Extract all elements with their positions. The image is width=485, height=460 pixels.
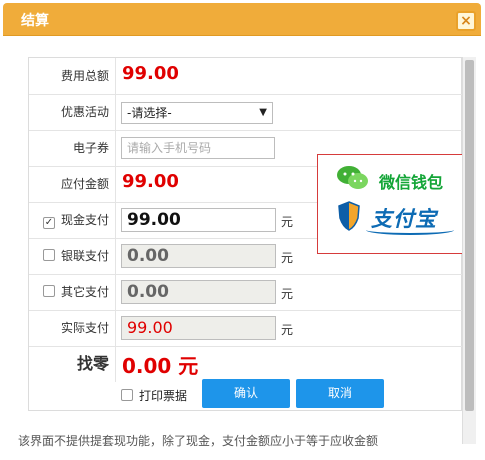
coupon-label: 电子券 bbox=[29, 130, 116, 166]
other-payment-unit: 元 bbox=[281, 287, 294, 301]
cash-unit: 元 bbox=[281, 215, 294, 229]
cash-label: 现金支付 bbox=[60, 213, 109, 227]
actual-payment-label: 实际支付 bbox=[29, 310, 116, 346]
wechat-wallet-text: 微信钱包 bbox=[379, 173, 444, 192]
other-payment-label: 其它支付 bbox=[60, 285, 109, 299]
change-value: 0.00 元 bbox=[122, 354, 199, 378]
other-payment-amount-input[interactable]: 0.00 bbox=[121, 280, 276, 304]
close-icon[interactable]: × bbox=[456, 11, 476, 31]
other-payment-checkbox[interactable] bbox=[42, 285, 55, 297]
unionpay-amount-input[interactable]: 0.00 bbox=[121, 244, 276, 268]
actual-payment-unit: 元 bbox=[281, 323, 294, 337]
promotion-row: 优惠活动 -请选择- ▼ bbox=[29, 94, 462, 131]
alipay-logo: 支付宝 bbox=[338, 201, 458, 237]
unionpay-unit: 元 bbox=[281, 251, 294, 265]
other-payment-label-cell: 其它支付 bbox=[29, 274, 116, 310]
unionpay-checkbox[interactable] bbox=[42, 249, 55, 261]
scrollbar-thumb[interactable] bbox=[465, 60, 474, 411]
actual-payment-row: 实际支付 99.00 元 bbox=[29, 310, 462, 347]
shield-icon bbox=[338, 201, 360, 231]
fee-total-row: 费用总额 99.00 bbox=[29, 58, 462, 95]
cancel-button[interactable]: 取消 bbox=[296, 379, 384, 408]
promotion-select[interactable]: -请选择- ▼ bbox=[121, 102, 273, 124]
unionpay-label-cell: 银联支付 bbox=[29, 238, 116, 274]
actual-payment-amount: 99.00 bbox=[121, 316, 276, 340]
confirm-button[interactable]: 确认 bbox=[202, 379, 290, 408]
print-receipt-label: 打印票据 bbox=[139, 389, 188, 403]
footer-row: 打印票据 确认 取消 bbox=[29, 376, 462, 412]
dropdown-arrow-icon: ▼ bbox=[259, 107, 267, 118]
wechat-icon bbox=[337, 166, 368, 189]
payable-label: 应付金额 bbox=[29, 166, 116, 202]
promotion-label: 优惠活动 bbox=[29, 94, 116, 130]
info-note: 该界面不提供提套现功能，除了现金，支付金额应小于等于应收金额 bbox=[18, 434, 379, 448]
print-receipt-option[interactable]: 打印票据 bbox=[121, 387, 187, 404]
cash-amount-input[interactable]: 99.00 bbox=[121, 208, 276, 232]
dialog-titlebar: 结算 × bbox=[3, 3, 481, 36]
cash-checkbox[interactable]: ✓ bbox=[42, 217, 55, 229]
coupon-phone-input[interactable]: 请输入手机号码 bbox=[121, 137, 275, 159]
fee-total-value: 99.00 bbox=[122, 63, 179, 84]
fee-total-label: 费用总额 bbox=[29, 58, 116, 94]
unionpay-label: 银联支付 bbox=[60, 249, 109, 263]
dialog-title: 结算 bbox=[21, 13, 49, 29]
cash-label-cell: ✓ 现金支付 bbox=[29, 202, 116, 238]
other-payment-row: 其它支付 0.00 元 bbox=[29, 274, 462, 311]
payment-methods-panel: 微信钱包 支付宝 bbox=[317, 154, 464, 254]
print-receipt-checkbox[interactable] bbox=[121, 389, 133, 401]
checkout-dialog: 结算 × 费用总额 99.00 优惠活动 -请选择- ▼ 电子券 请输入手机号码… bbox=[0, 0, 485, 460]
vertical-scrollbar[interactable] bbox=[462, 57, 476, 444]
promotion-selected-value: -请选择- bbox=[127, 106, 172, 120]
wechat-wallet-logo: 微信钱包 bbox=[336, 165, 456, 193]
payable-value: 99.00 bbox=[122, 171, 179, 192]
alipay-swoosh bbox=[366, 225, 454, 235]
